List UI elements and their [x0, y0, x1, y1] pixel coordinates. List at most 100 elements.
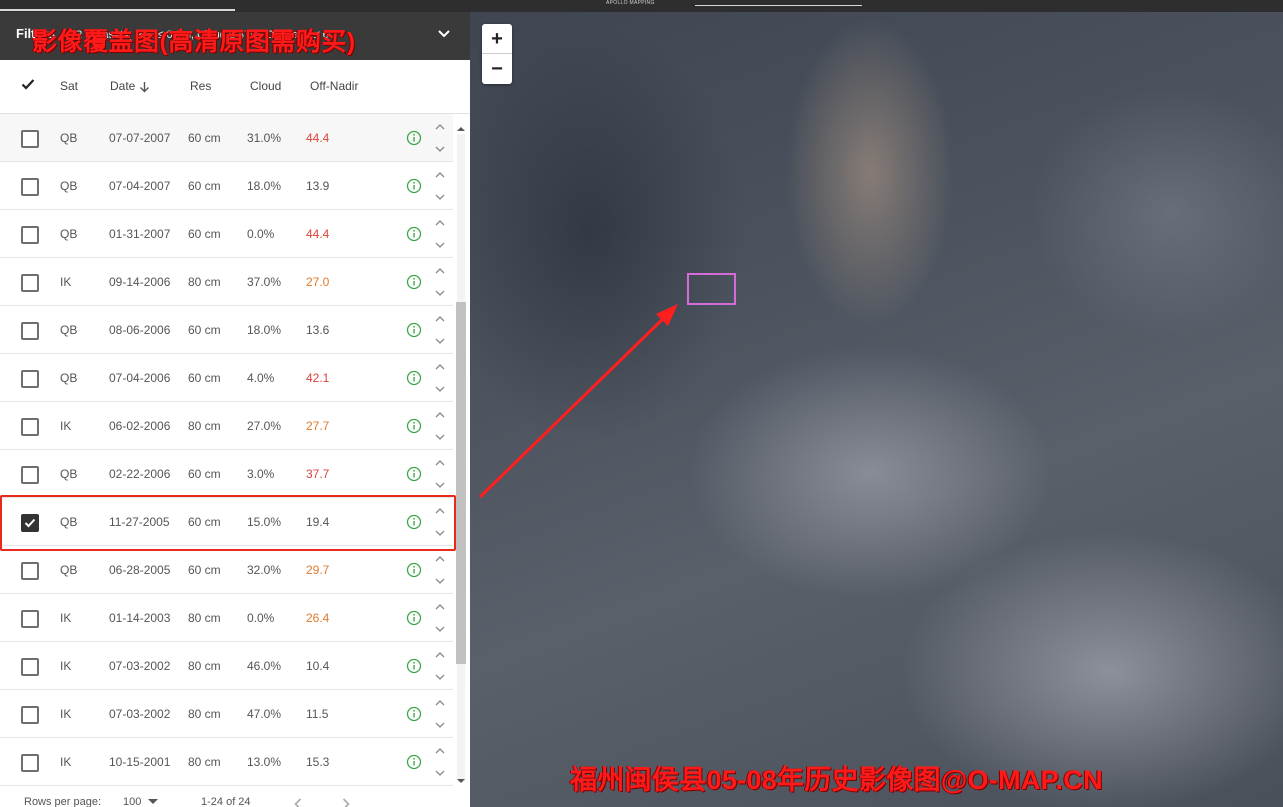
reorder-icon[interactable]	[433, 314, 447, 346]
info-icon[interactable]	[406, 466, 422, 482]
row-checkbox[interactable]	[21, 562, 39, 580]
reorder-icon[interactable]	[433, 458, 447, 490]
cell-date: 07-04-2007	[109, 179, 171, 193]
reorder-icon[interactable]	[433, 218, 447, 250]
table-row[interactable]: IK 10-15-2001 80 cm 13.0% 15.3	[0, 738, 453, 786]
cell-date: 08-06-2006	[109, 323, 171, 337]
cell-res: 60 cm	[188, 467, 221, 481]
table-row[interactable]: IK 07-03-2002 80 cm 46.0% 10.4	[0, 642, 453, 690]
reorder-icon[interactable]	[433, 746, 447, 778]
map-view[interactable]: + −	[470, 12, 1283, 807]
row-checkbox[interactable]	[21, 322, 39, 340]
table-row[interactable]: IK 07-03-2002 80 cm 47.0% 11.5	[0, 690, 453, 738]
row-checkbox[interactable]	[21, 418, 39, 436]
top-bar: APOLLO MAPPING	[0, 0, 1283, 12]
cell-cloud: 32.0%	[247, 563, 282, 577]
cell-cloud: 3.0%	[247, 467, 275, 481]
cell-res: 80 cm	[188, 659, 221, 673]
cell-off-nadir: 26.4	[306, 611, 330, 625]
info-icon[interactable]	[406, 706, 422, 722]
cell-cloud: 4.0%	[247, 371, 275, 385]
rows-per-page-select[interactable]: 100	[123, 796, 159, 807]
cell-date: 01-31-2007	[109, 227, 171, 241]
info-icon[interactable]	[406, 610, 422, 626]
table-row[interactable]: QB 07-07-2007 60 cm 31.0% 44.4	[0, 114, 453, 162]
cell-off-nadir: 44.4	[306, 131, 330, 145]
reorder-icon[interactable]	[433, 266, 447, 298]
info-icon[interactable]	[406, 130, 422, 146]
reorder-icon[interactable]	[433, 650, 447, 682]
row-checkbox[interactable]	[21, 370, 39, 388]
scroll-up-icon[interactable]	[457, 126, 465, 132]
next-page-icon[interactable]	[342, 798, 350, 807]
table-row[interactable]: IK 01-14-2003 80 cm 0.0% 26.4	[0, 594, 453, 642]
cell-res: 60 cm	[188, 563, 221, 577]
table-row[interactable]: QB 01-31-2007 60 cm 0.0% 44.4	[0, 210, 453, 258]
cell-off-nadir: 44.4	[306, 227, 330, 241]
column-header-date[interactable]: Date	[110, 79, 150, 93]
cell-sat: IK	[60, 707, 72, 721]
row-checkbox[interactable]	[21, 130, 39, 148]
row-checkbox[interactable]	[21, 274, 39, 292]
previous-page-icon[interactable]	[294, 798, 302, 807]
column-header-cloud[interactable]: Cloud	[250, 79, 281, 93]
reorder-icon[interactable]	[433, 410, 447, 442]
table-row[interactable]: QB 07-04-2007 60 cm 18.0% 13.9	[0, 162, 453, 210]
info-icon[interactable]	[406, 562, 422, 578]
table-row[interactable]: IK 06-02-2006 80 cm 27.0% 27.7	[0, 402, 453, 450]
row-checkbox[interactable]	[21, 466, 39, 484]
caret-down-icon	[148, 799, 159, 804]
row-checkbox[interactable]	[21, 706, 39, 724]
cell-sat: QB	[60, 323, 78, 337]
row-checkbox[interactable]	[21, 754, 39, 772]
cell-cloud: 0.0%	[247, 611, 275, 625]
row-checkbox[interactable]	[21, 178, 39, 196]
cell-date: 06-02-2006	[109, 419, 171, 433]
select-all-check-icon[interactable]	[21, 77, 35, 91]
info-icon[interactable]	[406, 418, 422, 434]
info-icon[interactable]	[406, 226, 422, 242]
cell-date: 01-14-2003	[109, 611, 171, 625]
cell-date: 09-14-2006	[109, 275, 171, 289]
row-checkbox[interactable]	[21, 610, 39, 628]
info-icon[interactable]	[406, 754, 422, 770]
reorder-icon[interactable]	[433, 122, 447, 154]
scroll-down-icon[interactable]	[457, 778, 465, 784]
chevron-down-icon[interactable]	[436, 25, 452, 41]
search-underline[interactable]	[695, 5, 862, 6]
reorder-icon[interactable]	[433, 602, 447, 634]
reorder-icon[interactable]	[433, 554, 447, 586]
info-icon[interactable]	[406, 274, 422, 290]
info-icon[interactable]	[406, 658, 422, 674]
rows-per-page-value: 100	[123, 796, 142, 807]
table-scrollbar[interactable]	[455, 126, 467, 790]
cell-off-nadir: 27.0	[306, 275, 330, 289]
cell-date: 07-03-2002	[109, 659, 171, 673]
cell-date: 07-03-2002	[109, 707, 171, 721]
reorder-icon[interactable]	[433, 698, 447, 730]
table-row[interactable]: QB 06-28-2005 60 cm 32.0% 29.7	[0, 546, 453, 594]
table-row[interactable]: QB 02-22-2006 60 cm 3.0% 37.7	[0, 450, 453, 498]
column-header-off-nadir[interactable]: Off-Nadir	[310, 79, 358, 93]
scrollbar-thumb[interactable]	[456, 302, 466, 664]
table-row[interactable]: QB 08-06-2006 60 cm 18.0% 13.6	[0, 306, 453, 354]
table-row[interactable]: IK 09-14-2006 80 cm 37.0% 27.0	[0, 258, 453, 306]
column-header-sat[interactable]: Sat	[60, 79, 78, 93]
info-icon[interactable]	[406, 322, 422, 338]
cell-cloud: 47.0%	[247, 707, 282, 721]
column-header-res[interactable]: Res	[190, 79, 211, 93]
tab-indicator	[0, 9, 235, 11]
arrow-down-icon	[140, 81, 150, 93]
row-checkbox[interactable]	[21, 658, 39, 676]
row-checkbox[interactable]	[21, 226, 39, 244]
info-icon[interactable]	[406, 178, 422, 194]
cell-res: 60 cm	[188, 179, 221, 193]
reorder-icon[interactable]	[433, 362, 447, 394]
selected-row-highlight	[0, 495, 456, 551]
info-icon[interactable]	[406, 370, 422, 386]
cell-off-nadir: 13.9	[306, 179, 330, 193]
table-row[interactable]: QB 07-04-2006 60 cm 4.0% 42.1	[0, 354, 453, 402]
cell-off-nadir: 27.7	[306, 419, 330, 433]
cell-res: 80 cm	[188, 419, 221, 433]
reorder-icon[interactable]	[433, 170, 447, 202]
